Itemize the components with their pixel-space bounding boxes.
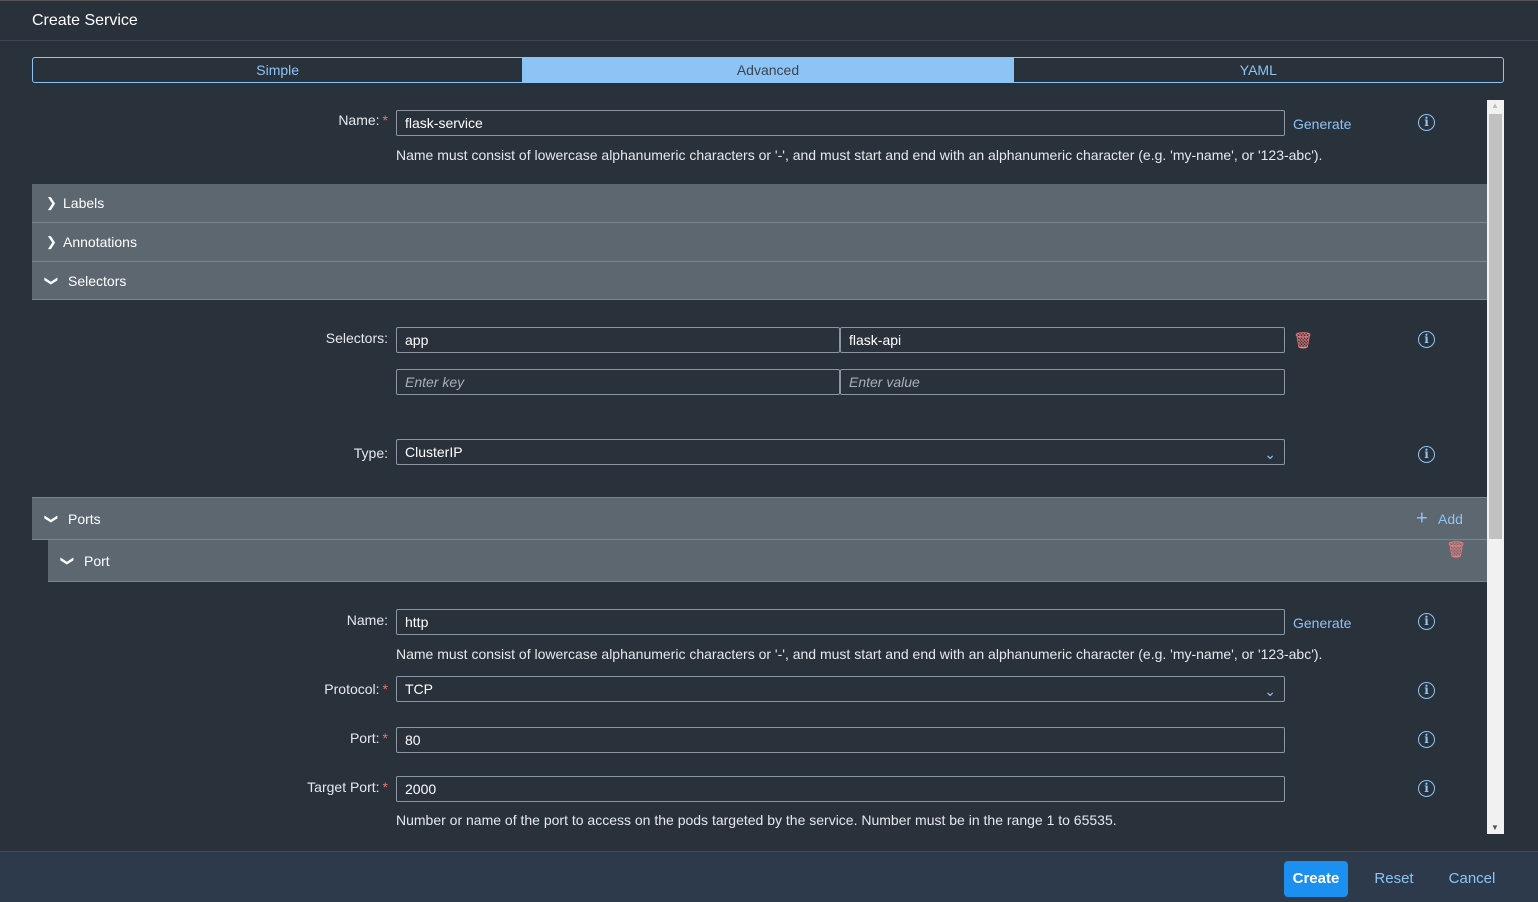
tab-yaml[interactable]: YAML [1012, 58, 1503, 82]
protocol-label-text: Protocol: [324, 681, 380, 697]
selector-key-input[interactable]: app [396, 327, 840, 353]
port-input[interactable]: 80 [396, 727, 1285, 753]
dialog-title: Create Service [32, 12, 138, 29]
chevron-down-icon: ❯ [60, 555, 76, 566]
chevron-down-icon: ❯ [44, 275, 60, 286]
new-selector-key-input[interactable]: Enter key [396, 369, 840, 395]
required-marker: * [382, 730, 388, 746]
mode-tabs: Simple Advanced YAML [32, 57, 1504, 83]
chevron-down-icon: ⌄ [1264, 683, 1276, 699]
info-icon[interactable]: i [1418, 780, 1435, 797]
section-port[interactable]: ❯ Port 🗑 [48, 540, 1487, 582]
cancel-button[interactable]: Cancel [1446, 861, 1498, 897]
generate-name-button[interactable]: Generate [1293, 116, 1351, 132]
protocol-select[interactable]: TCP ⌄ [396, 676, 1285, 702]
protocol-value: TCP [405, 681, 433, 697]
port-label: Port: * [350, 730, 388, 746]
section-annotations[interactable]: ❯ Annotations [32, 223, 1487, 262]
protocol-label: Protocol: * [324, 681, 388, 697]
tab-simple[interactable]: Simple [33, 58, 522, 82]
port-name-label: Name: [346, 612, 388, 628]
delete-selector-icon[interactable]: 🗑 [1293, 331, 1313, 351]
section-selectors-title: Selectors [68, 272, 127, 289]
chevron-down-icon: ⌄ [1264, 446, 1276, 462]
port-label-text: Port: [349, 730, 380, 746]
name-label: Name: * [338, 112, 388, 128]
section-port-title: Port [84, 552, 110, 569]
section-ports[interactable]: ❯ Ports + Add [32, 497, 1487, 540]
chevron-right-icon: ❯ [46, 234, 57, 249]
type-value: ClusterIP [405, 444, 463, 460]
scrollbar-thumb[interactable] [1489, 114, 1502, 539]
name-input[interactable]: flask-service [396, 110, 1285, 136]
info-icon[interactable]: i [1418, 446, 1435, 463]
selectors-label: Selectors: [325, 330, 388, 346]
dialog-footer: Create Reset Cancel [0, 851, 1538, 902]
name-label-text: Name: [338, 112, 380, 128]
target-port-input[interactable]: 2000 [396, 776, 1285, 802]
scrollbar[interactable]: ▼ ▲ [1487, 100, 1504, 834]
target-port-label-text: Target Port: [307, 779, 380, 795]
reset-button[interactable]: Reset [1372, 861, 1416, 897]
info-icon[interactable]: i [1418, 731, 1435, 748]
name-help: Name must consist of lowercase alphanume… [396, 147, 1323, 163]
tab-advanced[interactable]: Advanced [522, 58, 1013, 82]
chevron-down-icon: ❯ [44, 513, 60, 524]
info-icon[interactable]: i [1418, 682, 1435, 699]
info-icon[interactable]: i [1418, 331, 1435, 348]
dialog-header: Create Service [0, 0, 1538, 41]
new-selector-value-input[interactable]: Enter value [840, 369, 1285, 395]
required-marker: * [382, 779, 388, 795]
type-select[interactable]: ClusterIP ⌄ [396, 439, 1285, 465]
add-port-button[interactable]: Add [1438, 511, 1463, 527]
delete-port-icon[interactable]: 🗑 [1446, 540, 1466, 560]
chevron-right-icon: ❯ [46, 195, 57, 210]
port-name-input[interactable]: http [396, 609, 1285, 635]
target-port-help: Number or name of the port to access on … [396, 812, 1117, 828]
scroll-up-arrow-icon[interactable]: ▲ [1491, 101, 1499, 110]
target-port-label: Target Port: * [307, 779, 388, 795]
section-labels[interactable]: ❯ Labels [32, 184, 1487, 223]
info-icon[interactable]: i [1418, 114, 1435, 131]
plus-icon[interactable]: + [1416, 507, 1428, 530]
generate-port-name-button[interactable]: Generate [1293, 615, 1351, 631]
section-selectors[interactable]: ❯ Selectors [32, 262, 1487, 300]
type-label: Type: [353, 445, 388, 461]
port-name-help: Name must consist of lowercase alphanume… [396, 646, 1323, 662]
required-marker: * [382, 681, 388, 697]
section-labels-title: Labels [63, 195, 105, 211]
scroll-down-arrow-icon[interactable]: ▼ [1491, 823, 1499, 832]
info-icon[interactable]: i [1418, 613, 1435, 630]
selector-value-input[interactable]: flask-api [840, 327, 1285, 353]
section-ports-title: Ports [68, 510, 101, 527]
section-annotations-title: Annotations [63, 234, 137, 250]
required-marker: * [382, 112, 388, 128]
create-button[interactable]: Create [1284, 861, 1348, 897]
